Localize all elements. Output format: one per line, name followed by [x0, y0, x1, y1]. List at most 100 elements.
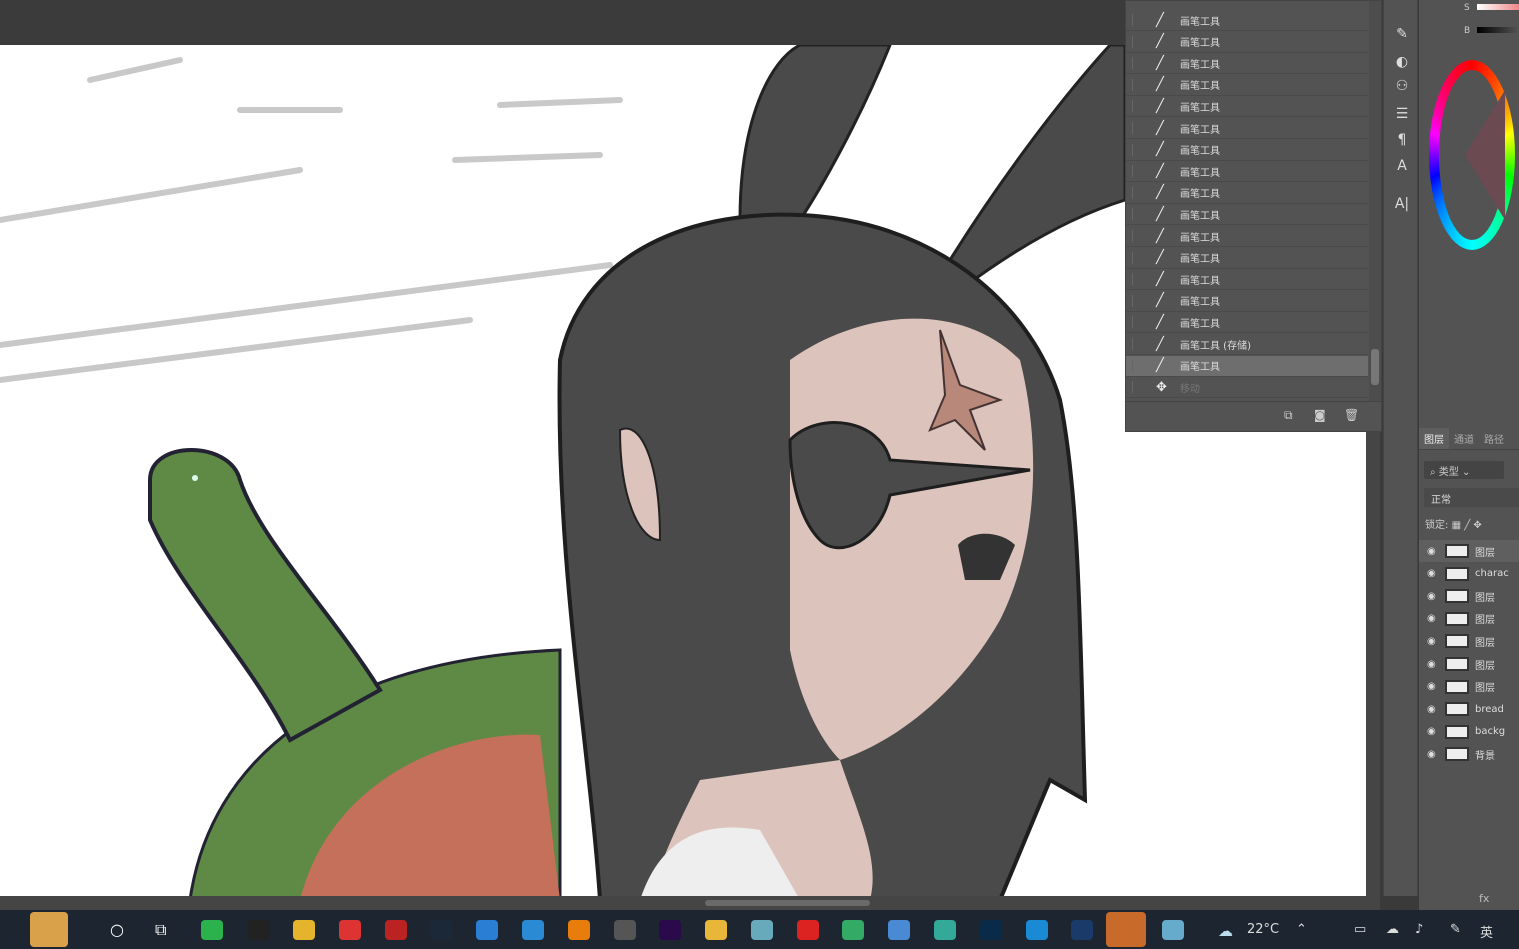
brush-settings-icon[interactable]: ✎ [1392, 26, 1412, 42]
layer-filter-dropdown[interactable]: ⌕ 类型 ⌄ [1424, 461, 1504, 479]
app-icon[interactable] [751, 920, 773, 940]
file-explorer-icon[interactable] [705, 920, 727, 940]
eye-visibility-icon[interactable]: ◉ [1427, 591, 1439, 602]
history-scrollbar[interactable] [1369, 1, 1381, 401]
scrollbar-thumb[interactable] [705, 900, 870, 906]
snapshot-source-toggle[interactable] [1132, 294, 1142, 307]
history-state[interactable]: ╱ 画笔工具 [1126, 204, 1368, 226]
snapshot-source-toggle[interactable] [1132, 186, 1142, 199]
weather-cloud-icon[interactable]: ☁ [1218, 922, 1233, 940]
app-cat-icon[interactable] [614, 920, 636, 940]
history-state[interactable]: ╱ 画笔工具 [1126, 140, 1368, 161]
adjustments-icon[interactable]: ☰ [1392, 106, 1412, 122]
history-state[interactable]: ╱ 画笔工具 [1126, 32, 1368, 53]
eye-visibility-icon[interactable]: ◉ [1427, 659, 1439, 670]
tab-channels[interactable]: 通道 [1449, 428, 1479, 449]
eye-visibility-icon[interactable]: ◉ [1427, 704, 1439, 715]
lock-paint-icon[interactable]: ╱ [1464, 520, 1470, 531]
lock-transparent-icon[interactable]: ▦ [1452, 520, 1461, 531]
fx-button[interactable]: fx [1479, 892, 1489, 905]
chevron-up-icon[interactable]: ⌃ [1296, 922, 1307, 937]
wechat-icon[interactable] [201, 920, 223, 940]
steam-icon[interactable] [430, 920, 452, 940]
app-icon[interactable] [385, 920, 407, 940]
history-state[interactable]: ╱ 画笔工具 [1126, 248, 1368, 269]
character-icon[interactable]: A [1392, 158, 1412, 174]
canvas-vertical-scrollbar[interactable] [1366, 430, 1380, 896]
onedrive-icon[interactable]: ☁ [1386, 922, 1399, 937]
app-ring-icon[interactable] [1071, 920, 1093, 940]
app-icon[interactable] [1162, 920, 1184, 940]
canvas-horizontal-scrollbar[interactable] [0, 896, 1380, 910]
layer-row[interactable]: ◉ 图层 [1419, 540, 1519, 562]
history-state[interactable]: ╱ 画笔工具 [1126, 161, 1368, 183]
snapshot-source-toggle[interactable] [1132, 165, 1142, 178]
saturation-slider[interactable] [1477, 4, 1519, 10]
blend-mode-dropdown[interactable]: 正常 [1424, 488, 1519, 507]
eye-visibility-icon[interactable]: ◉ [1427, 613, 1439, 624]
volume-icon[interactable]: ♪ [1415, 922, 1423, 937]
snapshot-source-toggle[interactable] [1132, 14, 1142, 26]
snapshot-source-toggle[interactable] [1132, 143, 1142, 156]
ime-indicator[interactable]: 英 [1480, 922, 1493, 941]
trash-icon[interactable]: 🗑 [1344, 408, 1359, 422]
chrome-icon[interactable] [293, 920, 315, 940]
eye-visibility-icon[interactable]: ◉ [1427, 726, 1439, 737]
layer-row[interactable]: ◉ bread [1419, 698, 1519, 720]
snapshot-source-toggle[interactable] [1132, 230, 1142, 242]
history-state[interactable]: ╱ 画笔工具 [1126, 269, 1368, 291]
snapshot-source-toggle[interactable] [1132, 381, 1142, 394]
snapshot-source-toggle[interactable] [1132, 57, 1142, 70]
snapshot-source-toggle[interactable] [1132, 35, 1142, 48]
history-state[interactable]: ╱ 画笔工具 [1126, 183, 1368, 204]
eye-visibility-icon[interactable]: ◉ [1427, 546, 1439, 557]
snapshot-source-toggle[interactable] [1132, 316, 1142, 329]
color-triangle[interactable] [1465, 90, 1505, 220]
photoshop-icon[interactable] [980, 920, 1002, 940]
layer-row[interactable]: ◉ 背景 [1419, 743, 1519, 765]
history-state[interactable]: ╱ 画笔工具 [1126, 10, 1368, 31]
tab-paths[interactable]: 路径 [1479, 428, 1509, 449]
layer-row[interactable]: ◉ 图层 [1419, 676, 1519, 698]
temperature[interactable]: 22°C [1247, 922, 1279, 937]
snapshot-source-toggle[interactable] [1132, 251, 1142, 264]
snapshot-source-toggle[interactable] [1132, 78, 1142, 91]
snapshot-source-toggle[interactable] [1132, 359, 1142, 372]
eye-visibility-icon[interactable]: ◉ [1427, 636, 1439, 647]
color-wheel[interactable] [1429, 60, 1515, 250]
eye-visibility-icon[interactable]: ◉ [1427, 681, 1439, 692]
snapshot-source-toggle[interactable] [1132, 122, 1142, 134]
history-state[interactable]: ╱ 画笔工具 [1126, 118, 1368, 139]
history-state[interactable]: ╱ 画笔工具 [1126, 75, 1368, 96]
layer-row[interactable]: ◉ 图层 [1419, 585, 1519, 607]
history-state[interactable]: ╱ 画笔工具 [1126, 96, 1368, 118]
glyphs-icon[interactable]: A| [1392, 196, 1412, 212]
search-app-icon[interactable] [476, 920, 498, 940]
snapshot-source-toggle[interactable] [1132, 338, 1142, 350]
history-state[interactable]: ╱ 画笔工具 [1126, 355, 1368, 377]
paragraph-icon[interactable]: ¶ [1392, 132, 1412, 148]
history-state[interactable]: ✥ 移动 [1126, 377, 1368, 399]
snapshot-source-toggle[interactable] [1132, 100, 1142, 113]
layer-row[interactable]: ◉ 图层 [1419, 630, 1519, 652]
brightness-slider[interactable] [1477, 27, 1519, 33]
tab-layers[interactable]: 图层 [1419, 428, 1449, 449]
new-document-from-state-icon[interactable]: ⧉ [1284, 408, 1293, 423]
netease-music-icon[interactable] [797, 920, 819, 940]
layer-row[interactable]: ◉ backg [1419, 721, 1519, 743]
brush-presets-icon[interactable]: ◐ [1392, 54, 1412, 70]
search-icon[interactable]: ○ [110, 920, 132, 940]
premiere-icon[interactable] [659, 920, 681, 940]
history-state[interactable]: ╱ 画笔工具 [1126, 291, 1368, 312]
history-state[interactable]: ╱ 画笔工具 [1126, 53, 1368, 75]
snapshot-source-toggle[interactable] [1132, 273, 1142, 286]
vscode-like-icon[interactable] [522, 920, 544, 940]
scrollbar-thumb[interactable] [1371, 349, 1379, 385]
layer-row[interactable]: ◉ 图层 [1419, 608, 1519, 630]
blender-icon[interactable] [568, 920, 590, 940]
camera-snapshot-icon[interactable]: ◙ [1314, 408, 1326, 422]
app-grid-icon[interactable] [842, 920, 864, 940]
qq-icon[interactable] [248, 920, 270, 940]
browser-icon[interactable] [934, 920, 956, 940]
history-state[interactable]: ╱ 画笔工具 (存储) [1126, 334, 1368, 355]
